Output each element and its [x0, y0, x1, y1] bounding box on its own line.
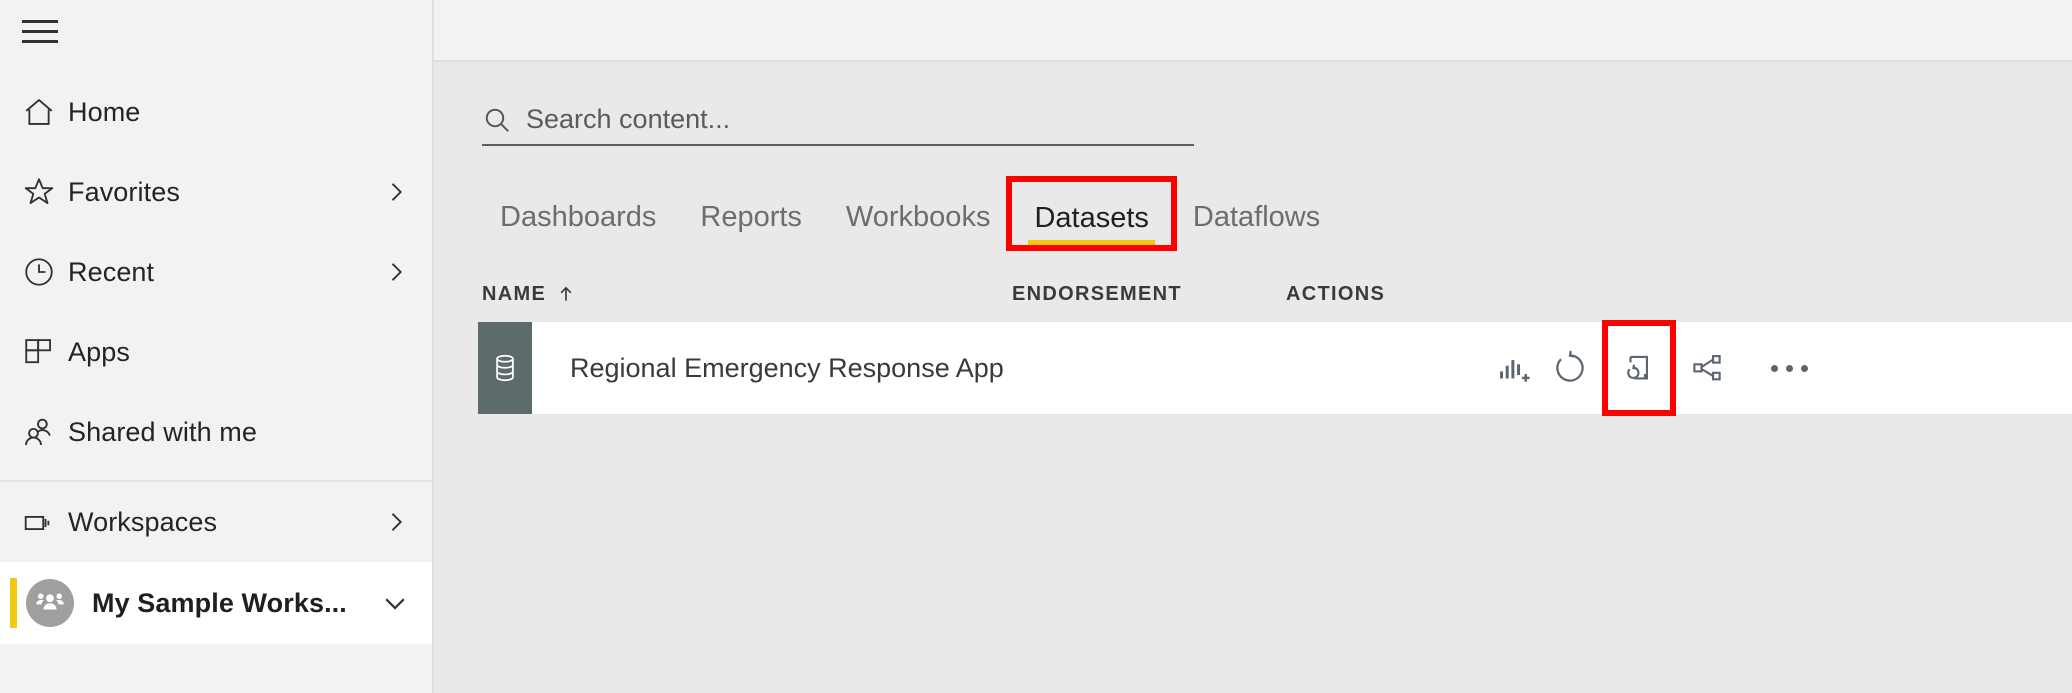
sidebar-item-workspaces[interactable]: Workspaces [0, 482, 432, 562]
ellipsis-dot [1800, 364, 1808, 372]
content-type-tabs: Dashboards Reports Workbooks Datasets Da… [434, 176, 2072, 251]
ellipsis-dot [1770, 364, 1778, 372]
workspaces-stack-icon [22, 505, 68, 539]
datasets-table: NAME ENDORSEMENT ACTIONS Regional Emerge… [434, 266, 2072, 416]
ellipsis-dot [1785, 364, 1793, 372]
sidebar-filler [0, 644, 432, 693]
tab-label: Dashboards [500, 201, 657, 233]
search-box[interactable] [482, 104, 1194, 146]
refresh-now-icon[interactable] [1542, 340, 1598, 396]
clock-icon [22, 255, 68, 289]
tab-label: Workbooks [845, 201, 991, 233]
sidebar-item-label: Favorites [68, 176, 180, 207]
app-top-bar [434, 0, 2072, 62]
sidebar-item-label: Home [68, 96, 141, 127]
people-icon [22, 415, 68, 449]
share-icon[interactable] [1680, 340, 1736, 396]
sidebar-item-active-workspace[interactable]: My Sample Works... [0, 562, 432, 644]
tab-label: Dataflows [1192, 201, 1321, 233]
sidebar-item-label: Workspaces [68, 506, 218, 537]
create-report-icon[interactable] [1486, 340, 1542, 396]
search-row [434, 62, 2072, 146]
active-tab-underline [1028, 240, 1155, 245]
sidebar-item-label: Shared with me [68, 416, 257, 447]
tab-label: Reports [700, 201, 802, 233]
active-workspace-label: My Sample Works... [92, 587, 347, 618]
star-icon [22, 175, 68, 209]
apps-grid-icon [22, 335, 68, 369]
hamburger-menu-container [0, 0, 432, 62]
search-icon [482, 105, 512, 135]
search-input[interactable] [526, 104, 1194, 135]
tab-workbooks[interactable]: Workbooks [824, 203, 1013, 244]
sidebar-item-favorites[interactable]: Favorites [0, 152, 432, 232]
sort-ascending-icon [556, 283, 576, 305]
row-action-buttons [1486, 320, 1824, 416]
chevron-right-icon[interactable] [382, 178, 410, 206]
sidebar-item-label: Recent [68, 256, 155, 287]
chevron-down-icon[interactable] [380, 588, 410, 618]
tab-datasets[interactable]: Datasets [1006, 176, 1177, 251]
group-avatar-icon [26, 579, 74, 627]
schedule-refresh-icon[interactable] [1602, 320, 1676, 416]
column-header-endorsement: ENDORSEMENT [1012, 282, 1182, 305]
hamburger-line [22, 29, 58, 33]
sidebar-item-apps[interactable]: Apps [0, 312, 432, 392]
home-icon [22, 95, 68, 129]
main-content-area: Dashboards Reports Workbooks Datasets Da… [434, 0, 2072, 693]
active-workspace-accent-bar [10, 578, 17, 628]
workspace-content: Dashboards Reports Workbooks Datasets Da… [434, 62, 2072, 693]
hamburger-line [22, 19, 58, 23]
left-navigation-sidebar: Home Favorites Recent Apps Shared with m… [0, 0, 434, 693]
sidebar-item-home[interactable]: Home [0, 72, 432, 152]
chevron-right-icon[interactable] [382, 508, 410, 536]
more-options-icon[interactable] [1754, 340, 1824, 396]
column-header-actions: ACTIONS [1286, 282, 1386, 305]
hamburger-line [22, 39, 58, 43]
sidebar-item-label: Apps [68, 336, 130, 367]
power-bi-workspace-page: Home Favorites Recent Apps Shared with m… [0, 0, 2072, 693]
column-header-name-label: NAME [482, 282, 547, 305]
tab-label: Datasets [1034, 202, 1149, 234]
table-row[interactable]: Regional Emergency Response App [478, 320, 2072, 416]
sidebar-item-shared-with-me[interactable]: Shared with me [0, 392, 432, 472]
hamburger-menu-icon[interactable] [22, 18, 58, 44]
tab-reports[interactable]: Reports [678, 203, 824, 244]
dataset-database-icon [478, 322, 532, 414]
dataset-name[interactable]: Regional Emergency Response App [532, 353, 1070, 384]
tab-dashboards[interactable]: Dashboards [478, 203, 678, 244]
sidebar-item-recent[interactable]: Recent [0, 232, 432, 312]
table-header-row: NAME ENDORSEMENT ACTIONS [434, 266, 2072, 322]
chevron-right-icon[interactable] [382, 258, 410, 286]
column-header-name[interactable]: NAME [482, 283, 1012, 306]
tab-dataflows[interactable]: Dataflows [1171, 203, 1342, 244]
sidebar-nav-list: Home Favorites Recent Apps Shared with m… [0, 62, 432, 472]
